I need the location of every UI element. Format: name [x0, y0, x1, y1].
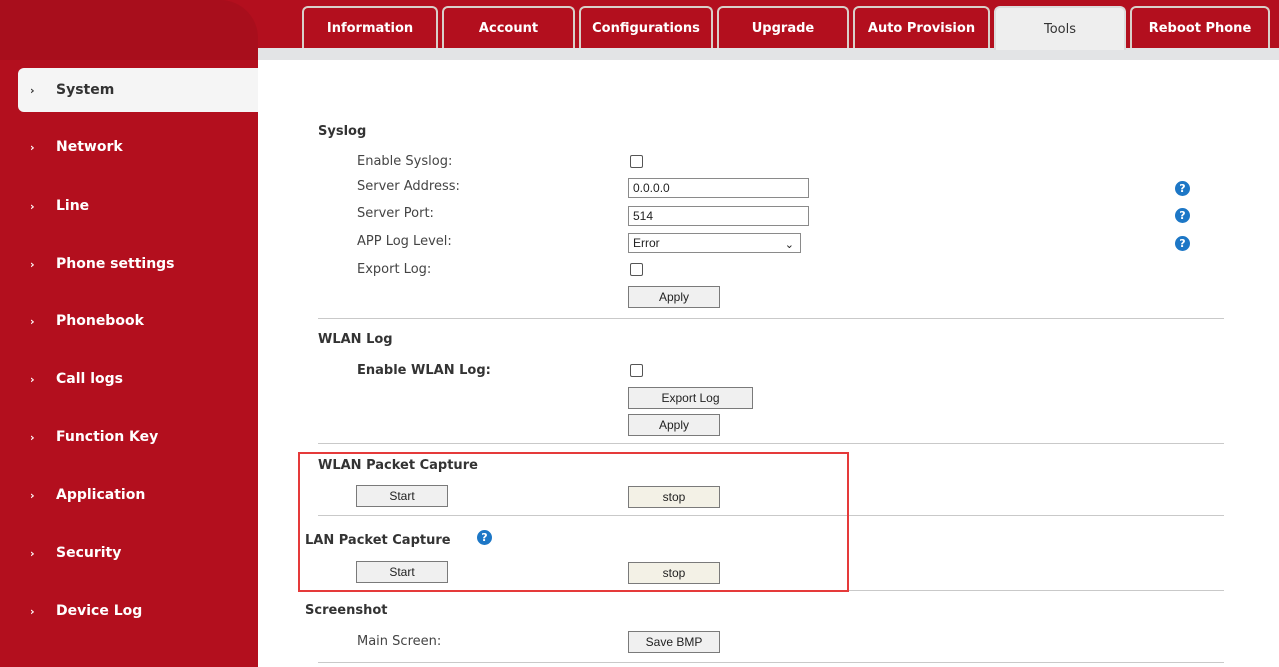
sidebar-item-label: Line [56, 198, 90, 214]
enable-wlan-log-label: Enable WLAN Log: [357, 363, 491, 378]
sidebar-item-label: System [56, 82, 115, 98]
sidebar-item-function-key[interactable]: › Function Key [0, 415, 258, 459]
help-icon[interactable]: ? [1175, 236, 1190, 251]
sidebar-item-phonebook[interactable]: › Phonebook [0, 299, 258, 343]
enable-wlan-log-checkbox[interactable] [630, 364, 643, 377]
tab-tools[interactable]: Tools [994, 6, 1126, 50]
sidebar-item-label: Security [56, 545, 122, 561]
sidebar-item-label: Device Log [56, 603, 143, 619]
chevron-right-icon: › [30, 604, 35, 618]
chevron-right-icon: › [30, 430, 35, 444]
sidebar-header [0, 0, 258, 60]
divider [318, 318, 1224, 319]
main-screen-label: Main Screen: [357, 634, 442, 649]
syslog-apply-button[interactable]: Apply [628, 286, 720, 308]
app-log-level-label: APP Log Level: [357, 234, 452, 249]
sidebar-item-call-logs[interactable]: › Call logs [0, 357, 258, 401]
app-log-level-value: Error [633, 236, 660, 250]
chevron-right-icon: › [30, 314, 35, 328]
chevron-down-icon: ⌄ [784, 239, 794, 251]
sidebar-item-phone-settings[interactable]: › Phone settings [0, 242, 258, 286]
app-log-level-select[interactable]: Error ⌄ [628, 233, 801, 253]
tab-auto-provision[interactable]: Auto Provision [853, 6, 990, 48]
export-log-checkbox[interactable] [630, 263, 643, 276]
sidebar-item-label: Application [56, 487, 146, 503]
save-bmp-button[interactable]: Save BMP [628, 631, 720, 653]
server-port-label: Server Port: [357, 206, 434, 221]
chevron-right-icon: › [30, 488, 35, 502]
chevron-right-icon: › [30, 140, 35, 154]
export-log-button[interactable]: Export Log [628, 387, 753, 409]
chevron-right-icon: › [30, 83, 35, 97]
divider [318, 662, 1224, 663]
tab-reboot-phone[interactable]: Reboot Phone [1130, 6, 1270, 48]
sidebar-item-label: Phone settings [56, 256, 175, 272]
tab-information[interactable]: Information [302, 6, 438, 48]
server-port-input[interactable]: 514 [628, 206, 809, 226]
sidebar-item-network[interactable]: › Network [0, 125, 258, 169]
divider [318, 443, 1224, 444]
chevron-right-icon: › [30, 546, 35, 560]
sidebar-item-label: Function Key [56, 429, 159, 445]
enable-syslog-checkbox[interactable] [630, 155, 643, 168]
help-icon[interactable]: ? [1175, 208, 1190, 223]
sidebar-item-line[interactable]: › Line [0, 184, 258, 228]
sidebar-item-security[interactable]: › Security [0, 531, 258, 575]
sidebar-item-label: Network [56, 139, 123, 155]
sidebar-item-application[interactable]: › Application [0, 473, 258, 517]
chevron-right-icon: › [30, 372, 35, 386]
server-address-input[interactable]: 0.0.0.0 [628, 178, 809, 198]
screenshot-title: Screenshot [305, 603, 388, 618]
chevron-right-icon: › [30, 257, 35, 271]
sidebar-item-label: Phonebook [56, 313, 144, 329]
tab-upgrade[interactable]: Upgrade [717, 6, 849, 48]
enable-syslog-label: Enable Syslog: [357, 154, 453, 169]
chevron-right-icon: › [30, 199, 35, 213]
syslog-title: Syslog [318, 124, 367, 139]
tab-account[interactable]: Account [442, 6, 575, 48]
sidebar-item-system[interactable]: › System [18, 68, 258, 112]
sidebar-item-device-log[interactable]: › Device Log [0, 589, 258, 633]
server-address-label: Server Address: [357, 179, 460, 194]
highlight-box [298, 452, 849, 592]
sidebar-item-label: Call logs [56, 371, 123, 387]
tab-configurations[interactable]: Configurations [579, 6, 713, 48]
export-log-label: Export Log: [357, 262, 432, 277]
wlan-log-apply-button[interactable]: Apply [628, 414, 720, 436]
help-icon[interactable]: ? [1175, 181, 1190, 196]
wlan-log-title: WLAN Log [318, 332, 393, 347]
